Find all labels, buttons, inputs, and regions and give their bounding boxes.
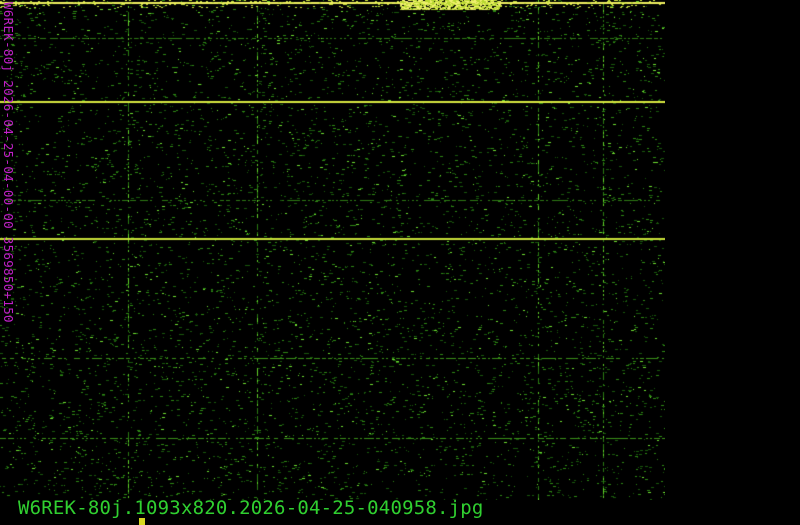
filename-label: W6REK-80j.1093x820.2026-04-25-040958.jpg: [18, 497, 484, 519]
station-timestamp-label: W6REK-80j 2026-04-25-04-00-00 3569850+15…: [1, 2, 16, 323]
side-label: W6REK-80j 2026-04-25-04-00-00 3569850+15…: [1, 0, 18, 370]
spectrogram-waterfall: [0, 0, 665, 500]
time-marker: [139, 518, 145, 525]
